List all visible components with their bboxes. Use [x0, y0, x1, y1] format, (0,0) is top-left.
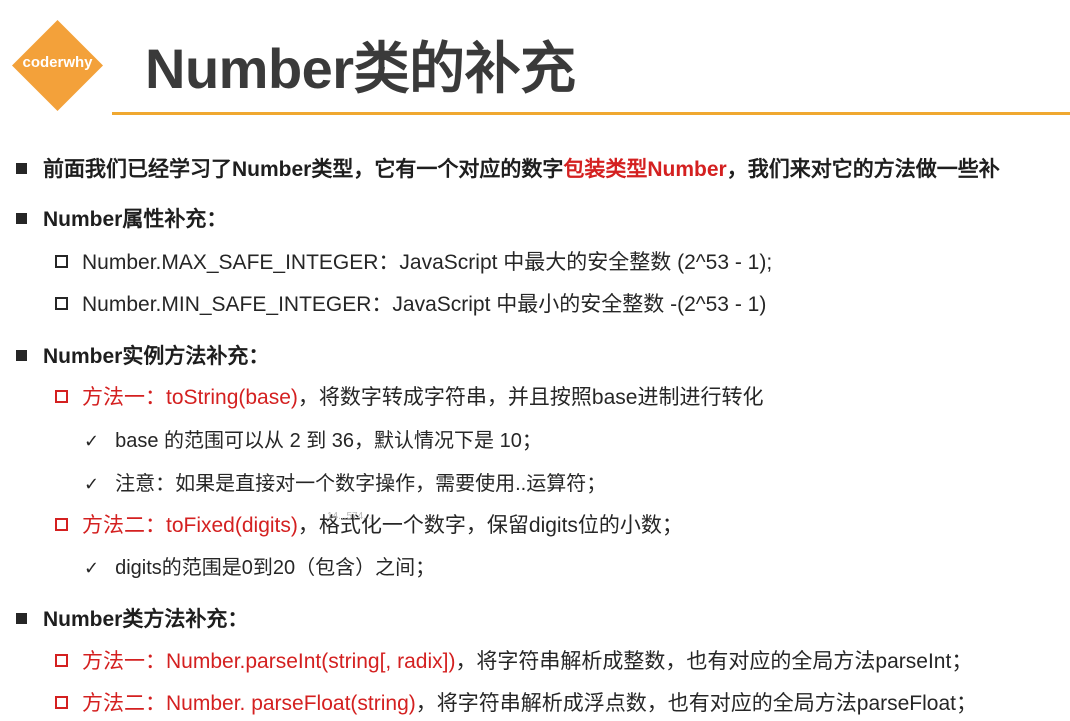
prop-min-item: Number.MIN_SAFE_INTEGER：JavaScript 中最小的安…	[55, 288, 766, 318]
prop-min-text: Number.MIN_SAFE_INTEGER：JavaScript 中最小的安…	[82, 293, 767, 316]
prop-max-text: Number.MAX_SAFE_INTEGER：JavaScript 中最大的安…	[82, 251, 773, 274]
checkmark-icon: ✓	[84, 474, 100, 494]
hollow-square-bullet-icon	[55, 696, 68, 709]
tostring-note-2: ✓ 注意：如果是直接对一个数字操作，需要使用..运算符；	[84, 467, 606, 496]
page-title: Number类的补充	[145, 37, 576, 100]
hollow-square-bullet-icon	[55, 518, 68, 531]
square-bullet-icon	[16, 213, 27, 224]
tostring-note-1: ✓ base 的范围可以从 2 到 36，默认情况下是 10；	[84, 424, 542, 453]
tostring-desc: ，将数字转成字符串，并且按照base进制进行转化	[297, 386, 764, 409]
hollow-square-bullet-icon	[55, 297, 68, 310]
intro-highlight: 包装类型Number	[563, 158, 727, 181]
title-underline	[112, 112, 1070, 115]
tostring-item: 方法一：toString(base)，将数字转成字符串，并且按照base进制进行…	[55, 381, 763, 411]
tostring-label: 方法一：toString(base)	[82, 386, 298, 409]
square-bullet-icon	[16, 350, 27, 361]
prop-max-item: Number.MAX_SAFE_INTEGER：JavaScript 中最大的安…	[55, 246, 772, 276]
static-heading: Number类方法补充：	[16, 603, 248, 633]
intro-text-end: ，我们来对它的方法做一些补	[726, 158, 1000, 181]
logo-text: coderwhy	[22, 54, 93, 71]
parseint-label: 方法一：Number.parseInt(string[, radix])	[82, 650, 456, 673]
parsefloat-desc: ，将字符串解析成浮点数，也有对应的全局方法parseFloat；	[415, 692, 977, 715]
square-bullet-icon	[16, 613, 27, 624]
parsefloat-item: 方法二：Number. parseFloat(string)，将字符串解析成浮点…	[55, 687, 977, 717]
tofixed-note: ✓ digits的范围是0到20（包含）之间；	[84, 551, 435, 580]
hollow-square-bullet-icon	[55, 654, 68, 667]
hollow-square-bullet-icon	[55, 390, 68, 403]
checkmark-icon: ✓	[84, 431, 100, 451]
square-bullet-icon	[16, 163, 27, 174]
watermark: 14...574...	[327, 511, 372, 522]
hollow-square-bullet-icon	[55, 255, 68, 268]
props-heading: Number属性补充：	[16, 203, 227, 233]
parseint-item: 方法一：Number.parseInt(string[, radix])，将字符…	[55, 645, 972, 675]
tofixed-note-text: digits的范围是0到20（包含）之间；	[115, 557, 436, 579]
intro-text: 前面我们已经学习了Number类型，它有一个对应的数字	[43, 158, 564, 181]
tostring-note-2-text: 注意：如果是直接对一个数字操作，需要使用..运算符；	[115, 473, 607, 495]
coderwhy-logo: coderwhy	[10, 18, 105, 113]
parseint-desc: ，将字符串解析成整数，也有对应的全局方法parseInt；	[455, 650, 973, 673]
checkmark-icon: ✓	[84, 558, 100, 578]
parsefloat-label: 方法二：Number. parseFloat(string)	[82, 692, 416, 715]
instance-heading-text: Number实例方法补充：	[43, 345, 270, 368]
intro-line: 前面我们已经学习了Number类型，它有一个对应的数字包装类型Number，我们…	[16, 153, 1000, 183]
props-heading-text: Number属性补充：	[43, 208, 228, 231]
tofixed-label: 方法二：toFixed(digits)	[82, 514, 298, 537]
static-heading-text: Number类方法补充：	[43, 608, 249, 631]
tostring-note-1-text: base 的范围可以从 2 到 36，默认情况下是 10；	[115, 430, 542, 452]
instance-heading: Number实例方法补充：	[16, 340, 269, 370]
